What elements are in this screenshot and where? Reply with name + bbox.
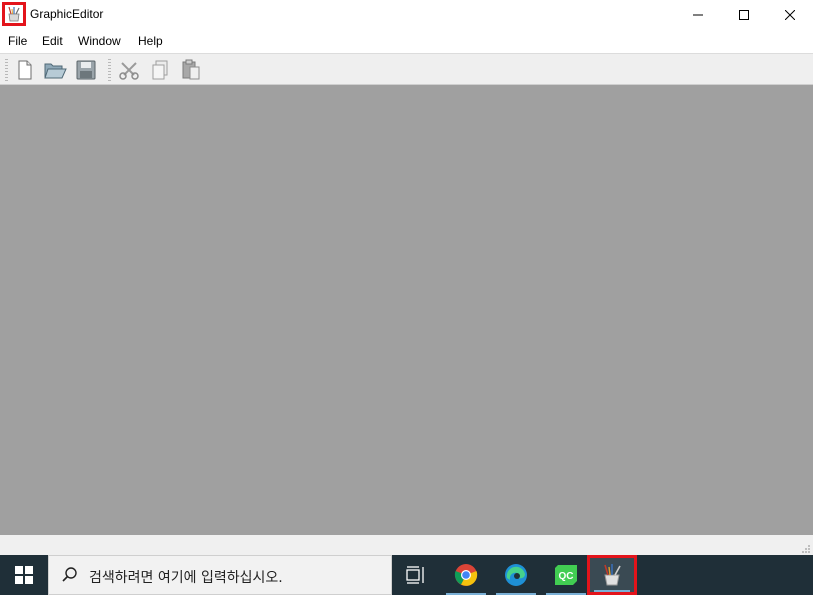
minimize-button[interactable] xyxy=(675,0,721,30)
copy-icon xyxy=(152,60,168,80)
window-title: GraphicEditor xyxy=(30,7,104,21)
taskbar-edge[interactable] xyxy=(492,555,540,595)
graphic-editor-app-icon xyxy=(604,564,621,586)
save-icon xyxy=(76,60,96,80)
qt-creator-icon: QC xyxy=(555,565,577,585)
copy-button[interactable] xyxy=(147,57,173,83)
save-button[interactable] xyxy=(73,57,99,83)
toolbar-grip[interactable] xyxy=(5,59,8,81)
minimize-icon xyxy=(693,14,703,16)
taskbar-search-box[interactable]: 검색하려면 여기에 입력하십시오. xyxy=(48,555,392,595)
taskbar: 검색하려면 여기에 입력하십시오. QC xyxy=(0,555,813,595)
maximize-button[interactable] xyxy=(721,0,767,30)
size-grip-icon[interactable] xyxy=(800,543,810,553)
search-icon xyxy=(62,567,77,582)
chrome-icon xyxy=(454,564,478,586)
toolbar xyxy=(0,53,813,85)
open-button[interactable] xyxy=(42,57,68,83)
menu-window[interactable]: Window xyxy=(78,34,121,48)
status-bar xyxy=(0,535,813,555)
menu-help[interactable]: Help xyxy=(138,34,163,48)
search-placeholder: 검색하려면 여기에 입력하십시오. xyxy=(89,570,283,586)
taskbar-chrome[interactable] xyxy=(442,555,490,595)
mdi-workspace[interactable] xyxy=(0,85,813,535)
svg-text:QC: QC xyxy=(559,571,574,582)
app-icon[interactable] xyxy=(2,2,26,26)
menu-bar: File Edit Window Help xyxy=(0,30,813,52)
toolbar-separator xyxy=(108,59,111,81)
cut-icon xyxy=(119,62,139,80)
graphic-editor-app-icon xyxy=(8,6,20,22)
new-button[interactable] xyxy=(12,57,38,83)
menu-edit[interactable]: Edit xyxy=(42,34,63,48)
close-icon xyxy=(785,10,795,20)
task-view-button[interactable] xyxy=(392,555,440,595)
cut-button[interactable] xyxy=(116,57,142,83)
new-file-icon xyxy=(18,60,32,80)
open-folder-icon xyxy=(44,63,67,79)
maximize-icon xyxy=(739,10,749,20)
taskbar-qt-creator[interactable]: QC xyxy=(542,555,590,595)
windows-start-icon xyxy=(15,566,33,584)
menu-file[interactable]: File xyxy=(8,34,27,48)
paste-button[interactable] xyxy=(178,57,204,83)
edge-icon xyxy=(505,564,527,586)
start-button[interactable] xyxy=(0,555,48,595)
close-button[interactable] xyxy=(767,0,813,30)
paste-icon xyxy=(182,59,200,80)
task-view-icon xyxy=(406,566,424,584)
taskbar-graphic-editor[interactable] xyxy=(587,555,637,595)
title-bar: GraphicEditor xyxy=(0,0,813,30)
